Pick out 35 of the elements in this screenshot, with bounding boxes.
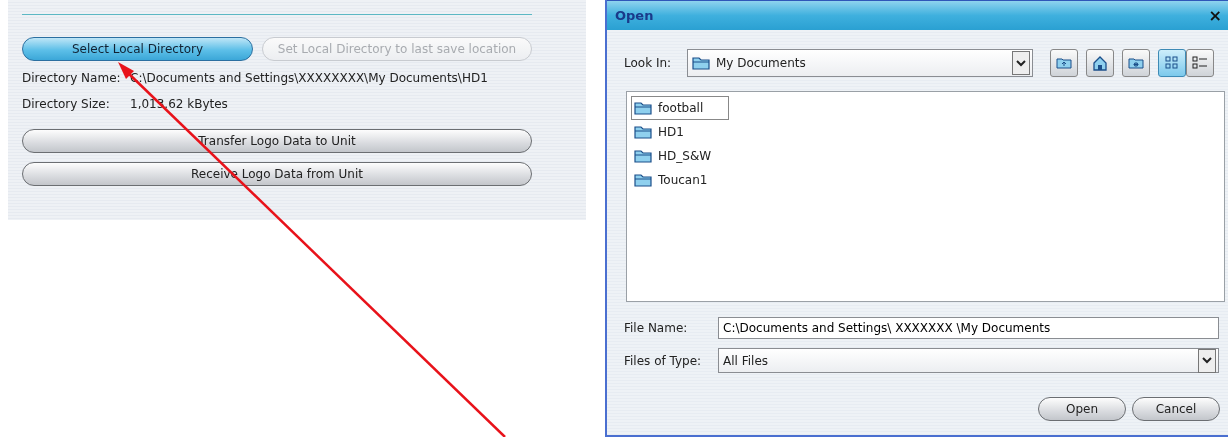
action-button[interactable]: Transfer Logo Data to Unit [22, 129, 532, 153]
field-label: Files of Type: [624, 352, 703, 370]
details-view-icon [1191, 54, 1209, 72]
field-label: Directory Name: [22, 70, 122, 87]
caret-icon [1012, 51, 1030, 75]
folder-item[interactable]: football [631, 96, 729, 120]
folder-icon [634, 125, 652, 139]
field-label: Look In: [624, 55, 673, 72]
folder-item[interactable]: HD_S&W [631, 144, 719, 168]
dialog-button[interactable]: Cancel [1132, 397, 1220, 421]
toolbar-button[interactable] [1158, 49, 1186, 77]
file-name-field[interactable]: C:\Documents and Settings\ XXXXXXX \My Documents [718, 317, 1219, 339]
window-title: Open [615, 6, 654, 25]
toolbar-button[interactable] [1186, 49, 1214, 77]
list-view-icon [1163, 54, 1181, 72]
folder-icon [634, 101, 652, 115]
toolbar-button[interactable] [1050, 49, 1078, 77]
file-type-dropdown[interactable]: All Files [718, 348, 1219, 373]
close-button[interactable]: × [1208, 3, 1222, 28]
folder-item[interactable]: HD1 [631, 120, 691, 144]
folder-icon [634, 173, 652, 187]
dropdown-value: All Files [723, 352, 769, 370]
toolbar-button[interactable] [1122, 49, 1150, 77]
field-label: File Name: [624, 320, 689, 337]
folder-icon [634, 149, 652, 163]
dialog-button[interactable]: Open [1038, 397, 1126, 421]
folder-item[interactable]: Toucan1 [631, 168, 715, 192]
caret-icon [1198, 348, 1216, 373]
dropdown-value: My Documents [716, 55, 806, 72]
directory-button[interactable]: Select Local Directory [22, 37, 253, 61]
toolbar-button[interactable] [1086, 49, 1114, 77]
folder-icon [692, 56, 710, 70]
look-in-dropdown[interactable]: My Documents [687, 49, 1033, 77]
field-label: Directory Size: [22, 96, 111, 113]
home-icon [1091, 54, 1109, 72]
